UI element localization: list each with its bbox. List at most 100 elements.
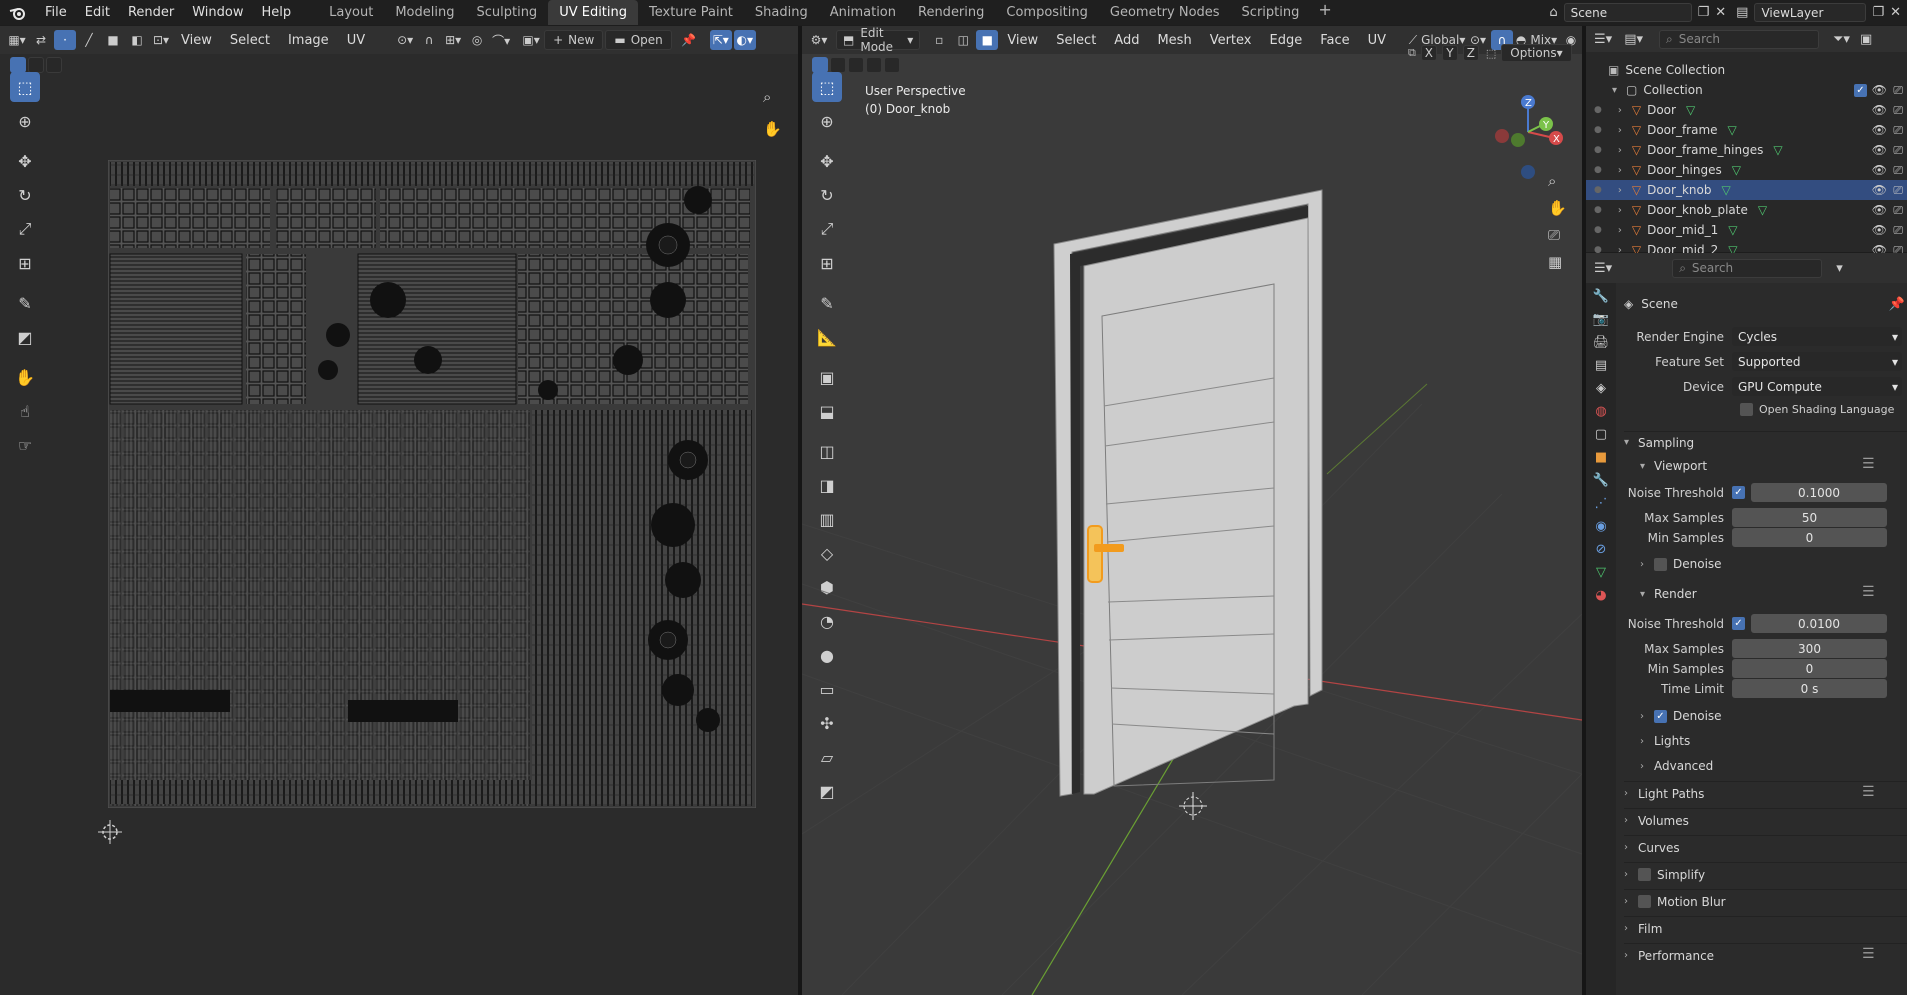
render-visibility-icon[interactable]: ⎚ bbox=[1893, 183, 1903, 198]
island-select-icon[interactable]: ◧ bbox=[126, 30, 148, 50]
outliner-select-dot-icon[interactable]: ● bbox=[1594, 205, 1602, 215]
editor-type-3d-icon[interactable]: ⚙▾ bbox=[808, 30, 830, 50]
uv-zoom-icon[interactable]: ⌕ bbox=[763, 88, 771, 106]
vp-menu-vertex[interactable]: Vertex bbox=[1201, 33, 1261, 48]
move-tool-icon[interactable]: ✥ bbox=[10, 146, 40, 176]
uv-menu-view[interactable]: View bbox=[172, 33, 221, 48]
collection-expand-icon[interactable]: ▾ bbox=[1612, 85, 1626, 96]
edge-select-icon[interactable]: ╱ bbox=[78, 30, 100, 50]
outliner-item[interactable]: ● › ▽ Door_knob_plate ▽ 👁 ⎚ bbox=[1586, 200, 1907, 220]
vp-min-samples-field[interactable]: 0 bbox=[1732, 528, 1887, 547]
uv-menu-image[interactable]: Image bbox=[279, 33, 338, 48]
vp-menu-select[interactable]: Select bbox=[1047, 33, 1105, 48]
motion-blur-checkbox[interactable] bbox=[1638, 895, 1651, 908]
menu-file[interactable]: File bbox=[36, 0, 76, 25]
sync-selection-icon[interactable]: ⇄ bbox=[30, 30, 52, 50]
scene-collection-row[interactable]: ▣ Scene Collection bbox=[1586, 60, 1907, 80]
world-tab-icon[interactable]: ◍ bbox=[1595, 404, 1606, 419]
rip-tool-icon[interactable]: ◩ bbox=[10, 322, 40, 352]
properties-search-field[interactable]: ⌕ Search bbox=[1672, 258, 1823, 278]
tab-geometry-nodes[interactable]: Geometry Nodes bbox=[1099, 0, 1231, 25]
vp-denoise-checkbox[interactable] bbox=[1654, 557, 1667, 571]
pin-icon[interactable]: 📌 bbox=[678, 30, 700, 50]
curves-panel[interactable]: › Curves bbox=[1624, 835, 1907, 859]
relax-tool-icon[interactable]: ☝ bbox=[10, 396, 40, 426]
snap-icon[interactable]: ∩ bbox=[418, 30, 440, 50]
scene-field[interactable]: Scene bbox=[1563, 3, 1692, 22]
outliner-item[interactable]: ● › ▽ Door_hinges ▽ 👁 ⎚ bbox=[1586, 160, 1907, 180]
visibility-icon[interactable]: 👁 bbox=[1872, 183, 1887, 197]
open-image-button[interactable]: ▬ Open bbox=[605, 30, 672, 50]
menu-help[interactable]: Help bbox=[253, 0, 301, 25]
editor-type-uv-icon[interactable]: ▦▾ bbox=[6, 30, 28, 50]
vp-max-samples-field[interactable]: 50 bbox=[1732, 508, 1887, 527]
select-box-tool-icon[interactable]: ⬚ bbox=[10, 72, 40, 102]
sampling-panel-header[interactable]: ▾ Sampling bbox=[1624, 431, 1907, 453]
render-visibility-icon[interactable]: ⎚ bbox=[1893, 123, 1903, 138]
collection-render-icon[interactable]: ⎚ bbox=[1893, 83, 1903, 98]
time-limit-field[interactable]: 0 s bbox=[1732, 679, 1887, 698]
collection-visibility-icon[interactable]: 👁 bbox=[1872, 83, 1887, 97]
add-workspace-button[interactable]: + bbox=[1310, 0, 1339, 25]
simplify-panel[interactable]: › Simplify bbox=[1624, 862, 1907, 886]
collection-row[interactable]: ▾ ▢ Collection ✓ 👁 ⎚ bbox=[1586, 80, 1907, 100]
outliner-item[interactable]: ● › ▽ Door_frame_hinges ▽ 👁 ⎚ bbox=[1586, 140, 1907, 160]
light-paths-presets-icon[interactable]: ☰ bbox=[1862, 784, 1875, 800]
outliner-item[interactable]: ● › ▽ Door_frame ▽ 👁 ⎚ bbox=[1586, 120, 1907, 140]
film-panel[interactable]: › Film bbox=[1624, 916, 1907, 940]
outliner-item[interactable]: ● › ▽ Door_knob ▽ 👁 ⎚ bbox=[1586, 180, 1907, 200]
display-mode-icon[interactable]: ▤▾ bbox=[1624, 32, 1643, 47]
scale-tool-icon[interactable]: ⤢ bbox=[10, 214, 40, 244]
outliner-select-dot-icon[interactable]: ● bbox=[1594, 165, 1602, 175]
collection-tab-icon[interactable]: ▢ bbox=[1595, 427, 1607, 442]
render-tab-icon[interactable]: 📷 bbox=[1593, 312, 1609, 327]
pivot-icon[interactable]: ⊙▾ bbox=[394, 30, 416, 50]
r-noise-field[interactable]: 0.0100 bbox=[1751, 614, 1887, 633]
feature-set-dropdown[interactable]: Supported ▾ bbox=[1732, 352, 1902, 371]
blender-logo-icon[interactable] bbox=[0, 0, 36, 25]
vp-zoom-icon[interactable]: ⌕ bbox=[1548, 172, 1567, 190]
tab-layout[interactable]: Layout bbox=[318, 0, 384, 25]
properties-editor-type-icon[interactable]: ☰▾ bbox=[1594, 261, 1612, 276]
view-layer-tab-icon[interactable]: ▤ bbox=[1595, 358, 1607, 373]
simplify-checkbox[interactable] bbox=[1638, 868, 1651, 881]
device-dropdown[interactable]: GPU Compute ▾ bbox=[1732, 377, 1902, 396]
performance-presets-icon[interactable]: ☰ bbox=[1862, 946, 1875, 962]
cursor-tool-icon[interactable]: ⊕ bbox=[10, 106, 40, 136]
vp-menu-face[interactable]: Face bbox=[1311, 33, 1358, 48]
menu-window[interactable]: Window bbox=[183, 0, 252, 25]
volumes-panel[interactable]: › Volumes bbox=[1624, 808, 1907, 832]
delete-viewlayer-icon[interactable]: ✕ bbox=[1890, 5, 1901, 20]
scene-tab-icon[interactable]: ◈ bbox=[1596, 381, 1606, 396]
render-visibility-icon[interactable]: ⎚ bbox=[1893, 103, 1903, 118]
outliner-search-field[interactable]: ⌕ Search bbox=[1659, 29, 1819, 49]
material-tab-icon[interactable]: ◕ bbox=[1595, 588, 1606, 603]
uv-menu-uv[interactable]: UV bbox=[338, 33, 374, 48]
render-presets-icon[interactable]: ☰ bbox=[1862, 584, 1875, 600]
proportional-edit-icon[interactable]: ◎ bbox=[466, 30, 488, 50]
image-browse-icon[interactable]: ▣▾ bbox=[520, 30, 542, 50]
vp-denoise-subpanel[interactable]: › Denoise bbox=[1640, 557, 1722, 571]
r-noise-checkbox[interactable]: ✓ bbox=[1732, 617, 1745, 630]
vp-menu-view[interactable]: View bbox=[998, 33, 1047, 48]
menu-edit[interactable]: Edit bbox=[76, 0, 119, 25]
tab-scripting[interactable]: Scripting bbox=[1231, 0, 1311, 25]
outliner-select-dot-icon[interactable]: ● bbox=[1594, 145, 1602, 155]
grab-tool-icon[interactable]: ✋ bbox=[10, 362, 40, 392]
outliner-expand-icon[interactable]: › bbox=[1618, 125, 1632, 136]
falloff-icon[interactable]: ⌒▾ bbox=[490, 30, 512, 50]
rotate-tool-icon[interactable]: ↻ bbox=[10, 180, 40, 210]
viewlayer-icon[interactable]: ▤ bbox=[1736, 5, 1748, 20]
vp-menu-edge[interactable]: Edge bbox=[1261, 33, 1312, 48]
delete-scene-icon[interactable]: ✕ bbox=[1715, 5, 1726, 20]
annotate-tool-icon[interactable]: ✎ bbox=[10, 288, 40, 318]
tab-modeling[interactable]: Modeling bbox=[384, 0, 465, 25]
outliner-expand-icon[interactable]: › bbox=[1618, 205, 1632, 216]
render-engine-dropdown[interactable]: Cycles ▾ bbox=[1732, 327, 1902, 346]
vp-camera-icon[interactable]: ⎚ bbox=[1548, 226, 1567, 244]
visibility-icon[interactable]: 👁 bbox=[1872, 223, 1887, 237]
viewport-presets-icon[interactable]: ☰ bbox=[1862, 456, 1875, 472]
filter-icon[interactable]: ⏷▾ bbox=[1833, 32, 1850, 47]
vertex-mode-icon[interactable]: ▫ bbox=[928, 30, 950, 50]
select-subtract-icon[interactable] bbox=[46, 57, 62, 73]
